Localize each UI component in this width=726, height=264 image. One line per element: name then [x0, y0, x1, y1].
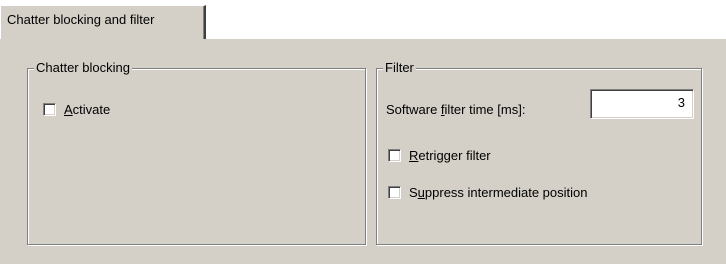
- suppress-intermediate-position-checkbox-row[interactable]: Suppress intermediate position: [388, 185, 588, 200]
- chatter-blocking-title: Chatter blocking: [34, 60, 132, 75]
- dialog-root: Chatter blocking and filter Chatter bloc…: [0, 0, 726, 264]
- retrigger-filter-label[interactable]: Retrigger filter: [409, 148, 491, 163]
- activate-checkbox-row[interactable]: Activate: [43, 102, 110, 117]
- tab-page: Chatter blocking Filter Activate Softwar…: [0, 38, 726, 264]
- tab-label: Chatter blocking and filter: [7, 12, 155, 27]
- retrigger-filter-checkbox[interactable]: [388, 149, 401, 162]
- filter-title: Filter: [383, 60, 416, 75]
- chatter-blocking-group: Chatter blocking: [27, 60, 366, 245]
- suppress-intermediate-position-checkbox[interactable]: [388, 186, 401, 199]
- retrigger-filter-checkbox-row[interactable]: Retrigger filter: [388, 148, 491, 163]
- suppress-intermediate-position-label[interactable]: Suppress intermediate position: [409, 185, 588, 200]
- activate-label[interactable]: Activate: [64, 102, 110, 117]
- software-filter-time-input[interactable]: 3: [590, 89, 694, 119]
- tab-chatter-blocking-and-filter[interactable]: Chatter blocking and filter: [0, 5, 206, 39]
- software-filter-time-label: Software filter time [ms]:: [386, 102, 526, 117]
- activate-checkbox[interactable]: [43, 103, 56, 116]
